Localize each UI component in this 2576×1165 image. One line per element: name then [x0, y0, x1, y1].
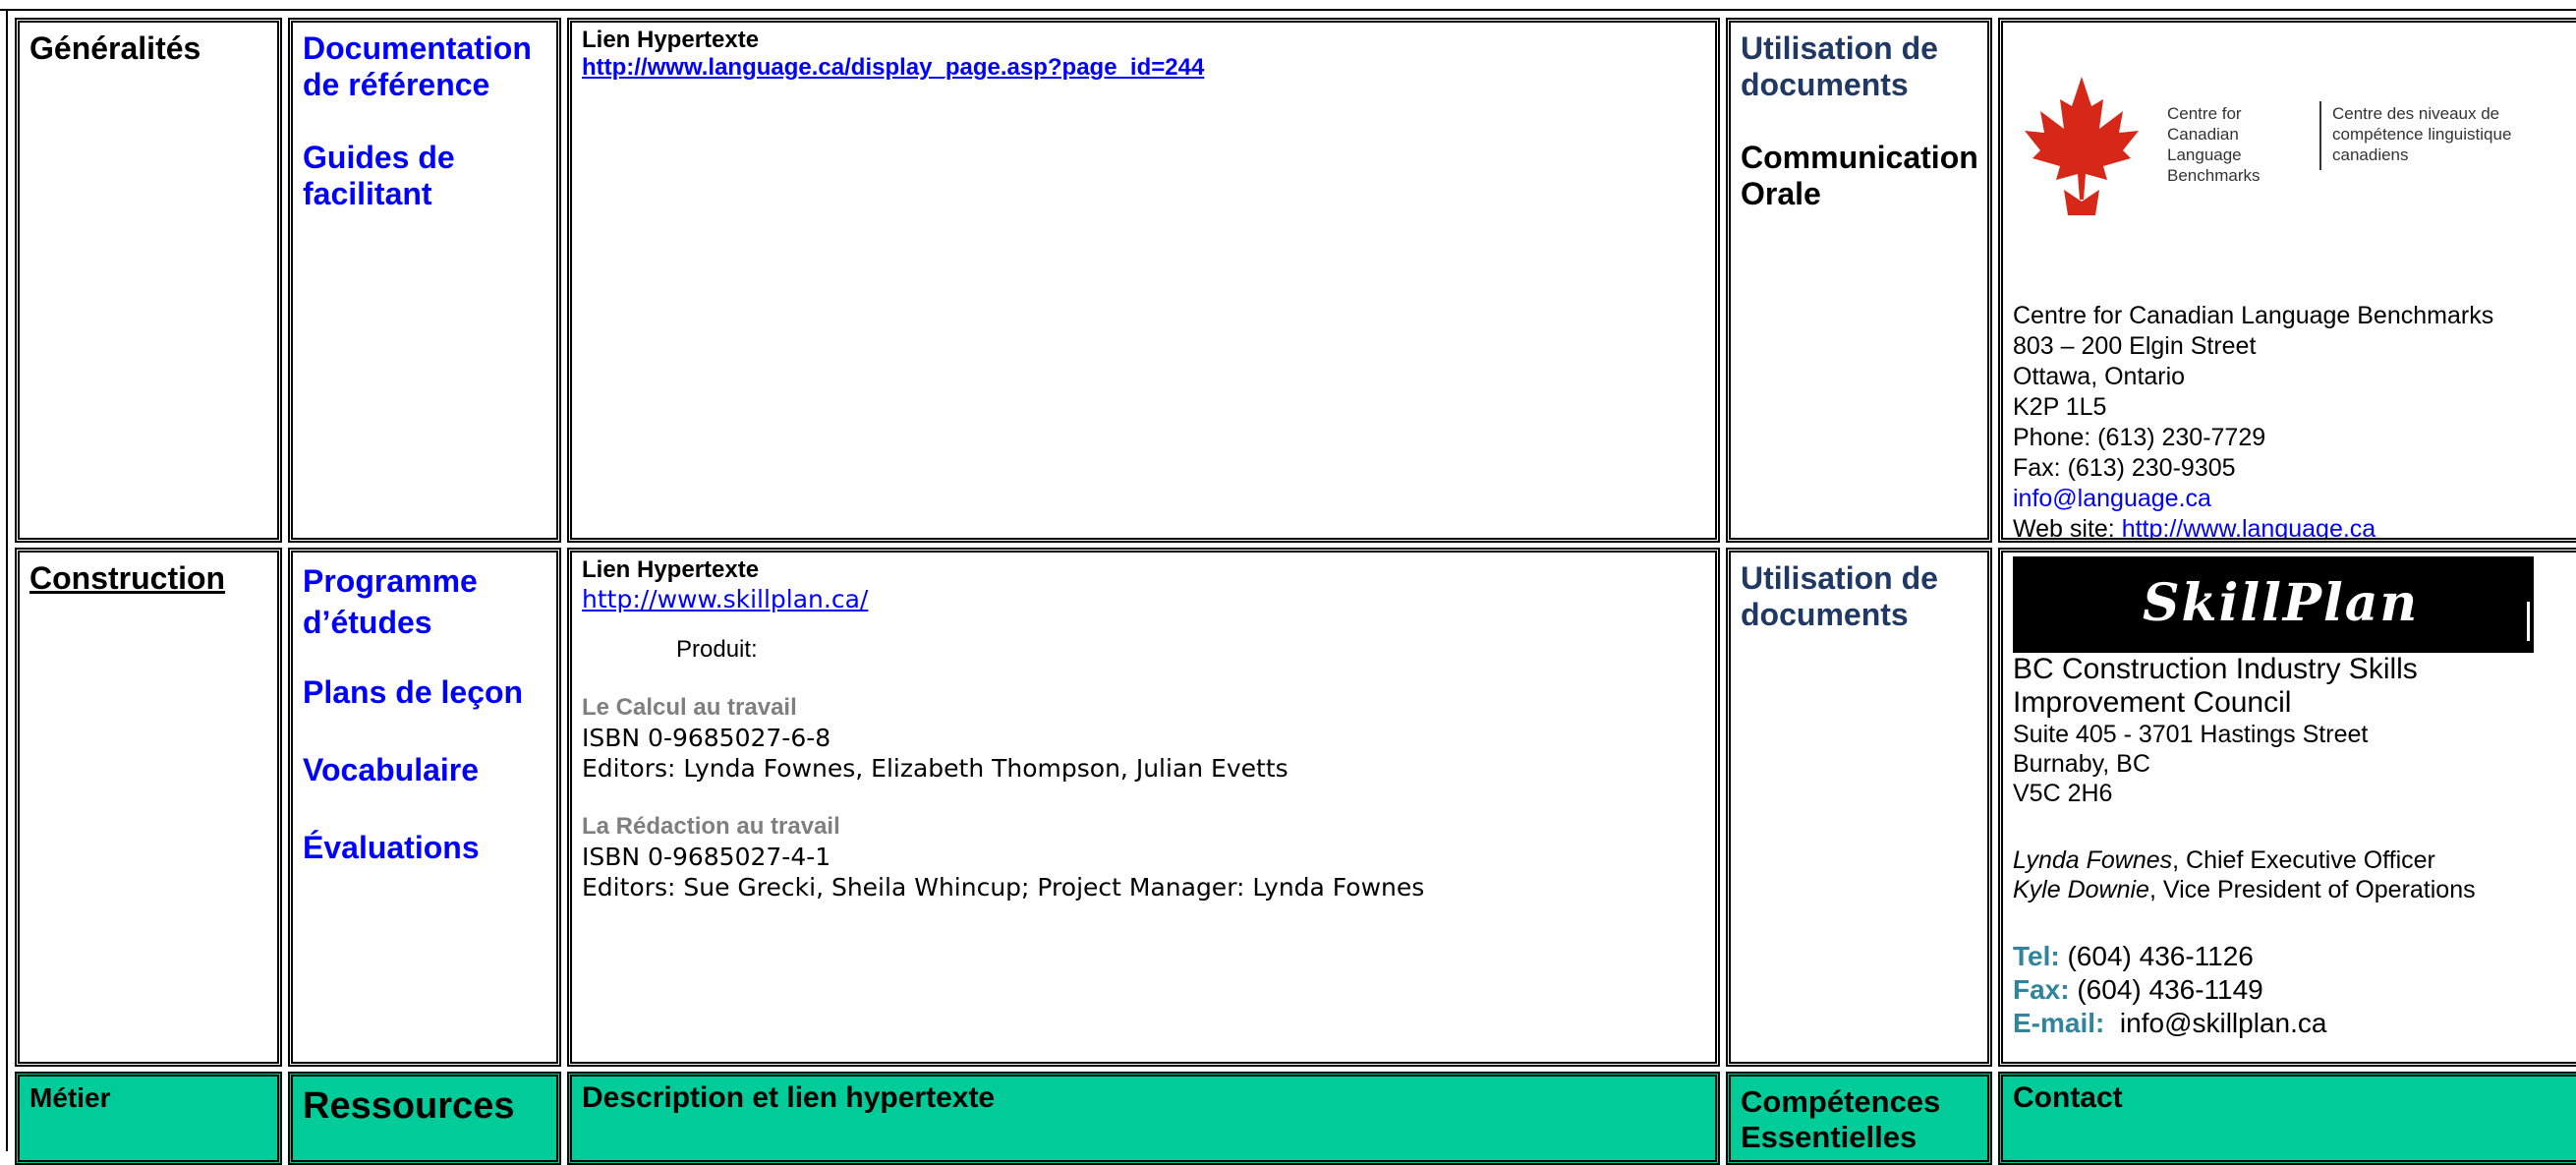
tel-value: (604) 436-1126: [2059, 941, 2254, 971]
skillplan-logo: SkillPlan: [2013, 556, 2534, 653]
header-trade: Métier: [29, 1082, 111, 1113]
row2-skills-cell: Utilisation de documents: [1726, 548, 1992, 1067]
row1-contact-cell: Centre for Canadian Language Benchmarks …: [1998, 18, 2576, 543]
tel-line: Tel: (604) 436-1126: [2013, 940, 2576, 973]
logo-divider: [2319, 101, 2321, 170]
logo-text-fr: Centre des niveaux de compétence linguis…: [2332, 104, 2512, 164]
person-role: , Chief Executive Officer: [2172, 846, 2435, 874]
email-value[interactable]: info@skillplan.ca: [2104, 1008, 2327, 1038]
fax-line: Fax: (604) 436-1149: [2013, 973, 2576, 1007]
address-line: V5C 2H6: [2013, 780, 2113, 807]
contact-line: K2P 1L5: [2013, 393, 2107, 421]
web-label: Web site:: [2013, 515, 2122, 543]
product-title: Le Calcul au travail: [582, 694, 797, 721]
contact-line: 803 – 200 Elgin Street: [2013, 332, 2257, 360]
resource-lesson-plans: Plans de leçon: [303, 674, 524, 710]
product-editors: Editors: Lynda Fownes, Elizabeth Thompso…: [582, 754, 1288, 783]
resource-vocabulary: Vocabulaire: [303, 752, 480, 787]
person-line: Lynda Fownes, Chief Executive Officer: [2013, 845, 2576, 875]
person-name: Kyle Downie: [2013, 876, 2149, 903]
row2-trade[interactable]: Construction: [29, 560, 225, 596]
row1-contact-block: Centre for Canadian Language Benchmarks …: [2013, 301, 2576, 543]
product-editors: Editors: Sue Grecki, Sheila Whincup; Pro…: [582, 873, 1425, 902]
row2-trade-cell: Construction: [15, 548, 282, 1067]
person-name: Lynda Fownes: [2013, 846, 2173, 874]
resource-documentation-reference: Documentation de référence: [303, 30, 532, 102]
skillplan-logo-text: SkillPlan: [2143, 573, 2420, 633]
row2-description-cell: Lien Hypertexte http://www.skillplan.ca/…: [567, 548, 1720, 1067]
person-role: , Vice President of Operations: [2148, 876, 2476, 903]
header-description: Description et lien hypertexte: [582, 1081, 996, 1114]
top-rule: [0, 9, 2576, 11]
tel-label: Tel:: [2013, 941, 2060, 971]
product-isbn: ISBN 0-9685027-6-8: [582, 724, 831, 752]
contact-email[interactable]: info@language.ca: [2013, 484, 2576, 514]
product-title: La Rédaction au travail: [582, 813, 840, 840]
row2-desc-link[interactable]: http://www.skillplan.ca/: [582, 584, 1705, 614]
skill-document-use: Utilisation de documents: [1741, 560, 1938, 632]
resource-evaluations: Évaluations: [303, 830, 480, 865]
header-contact: Contact: [2013, 1081, 2123, 1114]
fax-value: (604) 436-1149: [2069, 974, 2263, 1005]
fax-label: Fax:: [2013, 974, 2070, 1005]
product-label: Produit:: [676, 636, 758, 663]
email-line: E-mail: info@skillplan.ca: [2013, 1007, 2576, 1040]
logo-text-en: Centre for Canadian Language Benchmarks: [2167, 104, 2261, 185]
row1-description-cell: Lien Hypertexte http://www.language.ca/d…: [567, 18, 1720, 543]
row1-desc-link[interactable]: http://www.language.ca/display_page.asp?…: [582, 54, 1705, 82]
row2-contact-block: BC Construction Industry Skills Improvem…: [2013, 653, 2576, 1040]
row1-skills-cell: Utilisation de documents Communication O…: [1726, 18, 1992, 543]
contact-line: Phone: (613) 230-7729: [2013, 424, 2266, 451]
address-line: Burnaby, BC: [2013, 750, 2150, 778]
skill-oral-communication: Communication Orale: [1741, 140, 1978, 211]
contact-line: Centre for Canadian Language Benchmarks: [2013, 302, 2494, 329]
row1-desc-heading: Lien Hypertexte: [582, 27, 760, 53]
address-line: Suite 405 - 3701 Hastings Street: [2013, 721, 2369, 748]
skill-document-use: Utilisation de documents: [1741, 30, 1938, 102]
contact-line: Ottawa, Ontario: [2013, 363, 2186, 390]
row1-trade: Généralités: [29, 30, 201, 66]
product-isbn: ISBN 0-9685027-4-1: [582, 843, 831, 871]
contact-line: Fax: (613) 230-9305: [2013, 454, 2236, 482]
row2-resources-cell: Programme d’études Plans de leçon Vocabu…: [288, 548, 561, 1067]
resource-table: Généralités Documentation de référence G…: [0, 0, 2576, 1165]
header-resources: Ressources: [303, 1085, 515, 1127]
row1-resources-cell: Documentation de référence Guides de fac…: [288, 18, 561, 543]
contact-web: Web site: http://www.language.ca: [2013, 514, 2576, 543]
logo-bar: [2527, 602, 2530, 641]
web-link[interactable]: http://www.language.ca: [2122, 515, 2376, 538]
email-label: E-mail:: [2013, 1008, 2105, 1038]
org-name: BC Construction Industry Skills Improvem…: [2013, 653, 2418, 719]
person-line: Kyle Downie, Vice President of Operation…: [2013, 875, 2576, 904]
maple-leaf-icon: [2025, 77, 2139, 215]
row1-trade-cell: Généralités: [15, 18, 282, 543]
ccl-logo: Centre for Canadian Language Benchmarks …: [2013, 64, 2563, 221]
row2-desc-heading: Lien Hypertexte: [582, 556, 760, 583]
left-rule: [6, 9, 8, 1151]
resource-curriculum: Programme d’études: [303, 563, 478, 640]
resource-guides-facilitant: Guides de facilitant: [303, 140, 455, 211]
row2-contact-cell: SkillPlan BC Construction Industry Skill…: [1998, 548, 2576, 1067]
header-skills: Compétences Essentielles: [1741, 1084, 1941, 1154]
